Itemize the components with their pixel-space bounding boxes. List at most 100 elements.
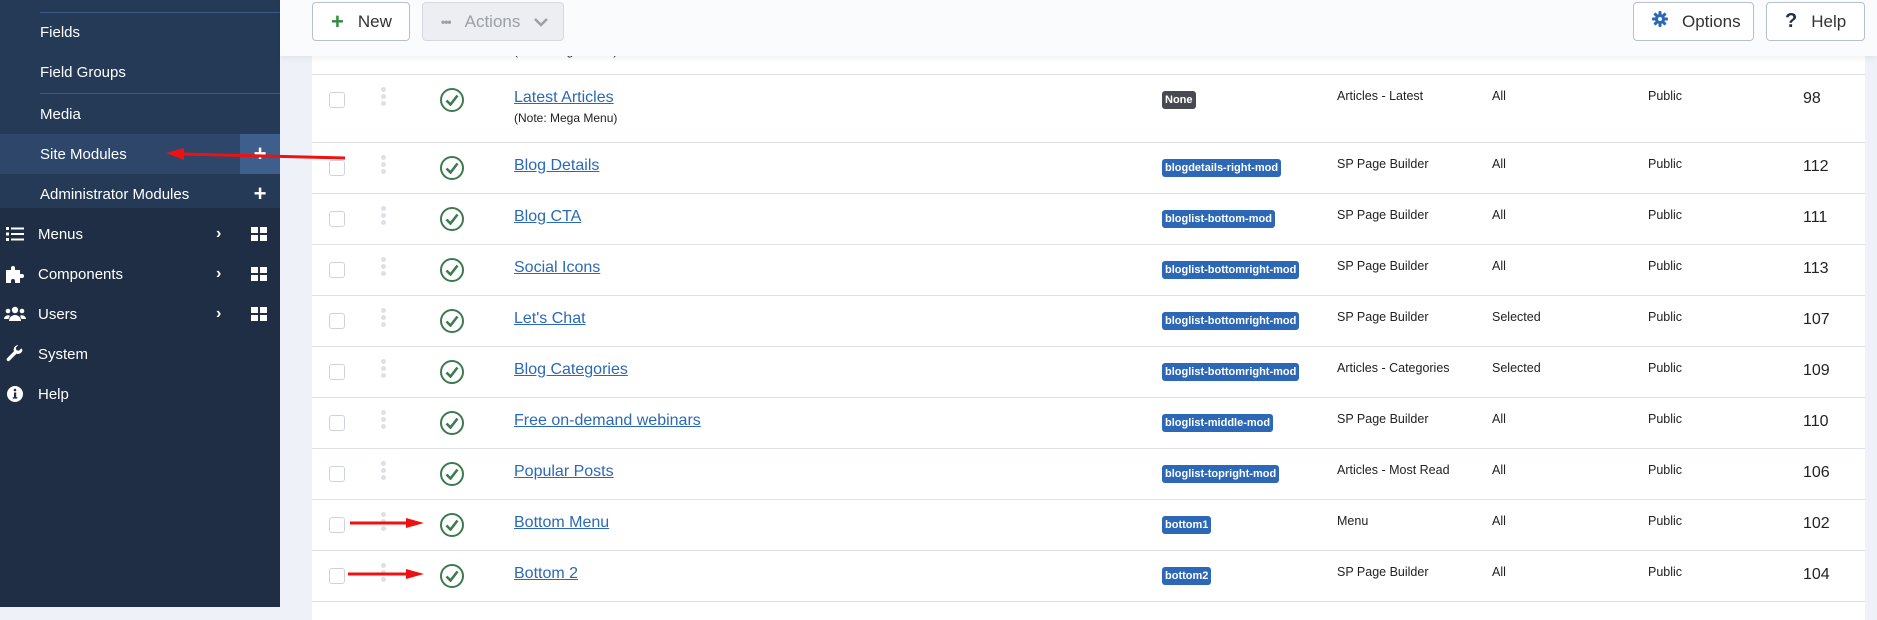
module-pages: All [1492, 514, 1506, 528]
sidebar-item-system[interactable]: System [0, 334, 280, 374]
module-type: SP Page Builder [1337, 565, 1429, 579]
module-pages: All [1492, 565, 1506, 579]
drag-handle-icon[interactable] [381, 257, 386, 276]
dashboard-grid-icon[interactable] [251, 227, 267, 241]
module-type: Articles - Latest [1337, 89, 1424, 103]
annotation-arrow [166, 148, 346, 160]
module-id: 112 [1803, 158, 1829, 175]
module-id: 104 [1803, 566, 1830, 583]
published-check-icon[interactable] [440, 88, 464, 112]
published-check-icon[interactable] [440, 258, 464, 282]
row-checkbox[interactable] [329, 517, 345, 533]
published-check-icon[interactable] [440, 411, 464, 435]
published-check-icon[interactable] [440, 360, 464, 384]
module-title-link[interactable]: Latest Articles [514, 89, 617, 107]
module-access: Public [1648, 361, 1683, 375]
sidebar-item-help[interactable]: Help [0, 374, 280, 414]
add-admin-module-button[interactable]: + [240, 174, 280, 214]
options-button[interactable]: Options [1633, 2, 1754, 41]
module-access: Public [1648, 565, 1683, 579]
chevron-down-icon [534, 12, 549, 32]
drag-handle-icon[interactable] [381, 206, 386, 225]
module-title-link[interactable]: Bottom 2 [514, 565, 578, 583]
sidebar-item-components[interactable]: Components › [0, 254, 280, 294]
position-badge: bottom2 [1162, 567, 1212, 585]
actions-dropdown[interactable]: ••• Actions [422, 2, 564, 41]
table-row: Bottom Menu bottom1 Menu All Public 102 [312, 499, 1865, 551]
published-check-icon[interactable] [440, 564, 464, 588]
row-checkbox[interactable] [329, 364, 345, 380]
published-check-icon[interactable] [440, 207, 464, 231]
module-pages: All [1492, 208, 1506, 222]
module-title-link[interactable]: Blog Details [514, 157, 599, 175]
module-title-link[interactable]: Blog Categories [514, 361, 628, 379]
module-type: SP Page Builder [1337, 157, 1429, 171]
table-row: Popular Posts bloglist-topright-mod Articl… [312, 448, 1865, 500]
sidebar-item-label: Users [38, 305, 78, 323]
module-pages: Selected [1492, 310, 1541, 324]
module-access: Public [1648, 514, 1683, 528]
module-access: Public [1648, 89, 1683, 103]
table-row: Social Icons bloglist-bottomright-mod SP P… [312, 244, 1865, 296]
drag-handle-icon[interactable] [381, 410, 386, 429]
row-checkbox[interactable] [329, 92, 345, 108]
module-type: Menu [1337, 514, 1369, 528]
module-type: SP Page Builder [1337, 208, 1429, 222]
chevron-right-icon[interactable]: › [216, 305, 221, 323]
row-checkbox[interactable] [329, 415, 345, 431]
row-checkbox[interactable] [329, 211, 345, 227]
module-type: Articles - Most Read [1337, 463, 1450, 477]
dashboard-grid-icon[interactable] [251, 267, 267, 281]
published-check-icon[interactable] [440, 309, 464, 333]
published-check-icon[interactable] [440, 513, 464, 537]
drag-handle-icon[interactable] [381, 359, 386, 378]
row-checkbox[interactable] [329, 262, 345, 278]
drag-handle-icon[interactable] [381, 155, 386, 174]
module-id: 109 [1803, 362, 1830, 379]
position-badge: bloglist-bottomright-mod [1162, 363, 1300, 381]
drag-handle-icon[interactable] [381, 461, 386, 480]
module-pages: Selected [1492, 361, 1541, 375]
module-title-link[interactable]: Blog CTA [514, 208, 581, 226]
annotation-arrow [350, 518, 424, 528]
module-title-link[interactable]: Social Icons [514, 259, 600, 277]
sidebar-item-media[interactable]: Media [0, 94, 280, 134]
sidebar-item-fields[interactable]: Fields [0, 12, 280, 52]
table-row: Blog Categories bloglist-bottomright-mod A… [312, 346, 1865, 398]
new-button[interactable]: + New [312, 2, 410, 41]
dashboard-grid-icon[interactable] [251, 307, 267, 321]
sidebar-item-field-groups[interactable]: Field Groups [0, 52, 280, 92]
position-badge: bloglist-bottom-mod [1162, 210, 1275, 228]
table-row: Latest Articles (Note: Mega Menu) None Arti… [312, 74, 1865, 143]
published-check-icon[interactable] [440, 462, 464, 486]
published-check-icon[interactable] [440, 156, 464, 180]
row-checkbox[interactable] [329, 568, 345, 584]
module-title-link[interactable]: Bottom Menu [514, 514, 609, 532]
users-icon [4, 304, 26, 324]
sidebar-item-users[interactable]: Users › [0, 294, 280, 334]
module-id: 113 [1803, 260, 1829, 277]
row-checkbox[interactable] [329, 313, 345, 329]
row-checkbox[interactable] [329, 466, 345, 482]
module-title-link[interactable]: Popular Posts [514, 463, 614, 481]
sidebar-item-menus[interactable]: Menus › [0, 214, 280, 254]
module-title-link[interactable]: Free on-demand webinars [514, 412, 701, 430]
help-button[interactable]: ? Help [1766, 2, 1865, 41]
module-id: 111 [1803, 209, 1828, 226]
position-badge: blogdetails-right-mod [1162, 159, 1282, 177]
question-icon: ? [1785, 10, 1798, 32]
chevron-right-icon[interactable]: › [216, 225, 221, 243]
module-pages: All [1492, 412, 1506, 426]
module-note: (Note: Mega Menu) [514, 111, 618, 125]
sidebar-item-administrator-modules[interactable]: Administrator Modules + [0, 174, 280, 214]
module-access: Public [1648, 259, 1683, 273]
module-title-link[interactable]: Let's Chat [514, 310, 586, 328]
toolbar: + New ••• Actions Options ? Help [280, 0, 1877, 56]
sidebar-item-label: Help [38, 385, 69, 403]
drag-handle-icon[interactable] [381, 87, 386, 106]
module-pages: All [1492, 157, 1506, 171]
drag-handle-icon[interactable] [381, 308, 386, 327]
chevron-right-icon[interactable]: › [216, 265, 221, 283]
ellipsis-icon: ••• [441, 14, 452, 29]
table-row: Free on-demand webinars bloglist-middle-m… [312, 397, 1865, 449]
